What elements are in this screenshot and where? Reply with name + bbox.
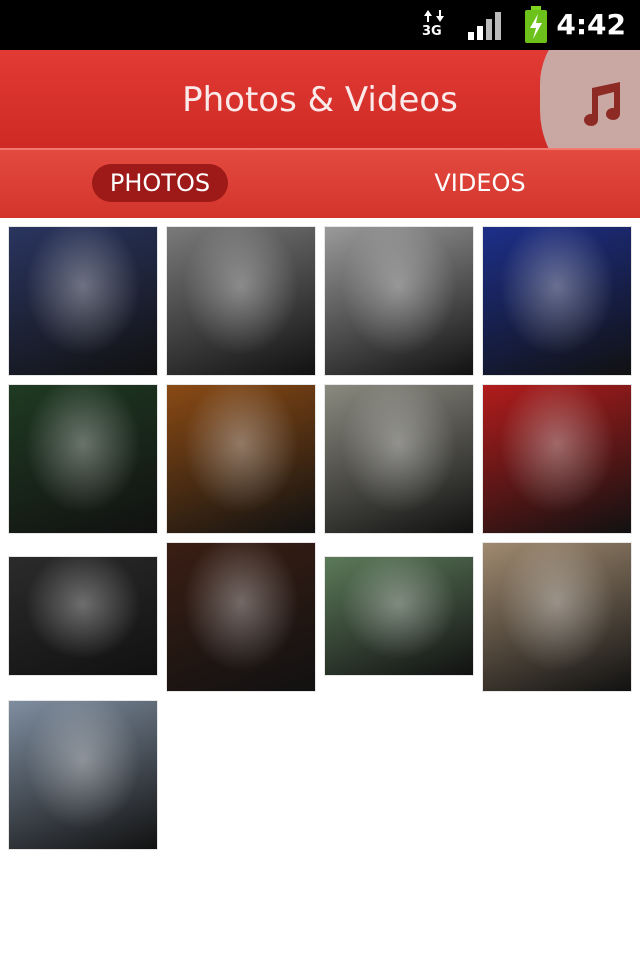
battery-charging-icon (524, 6, 548, 48)
photo-thumbnail[interactable] (8, 226, 158, 376)
network-type-label: 3G (422, 24, 442, 39)
photo-thumbnail[interactable] (8, 556, 158, 676)
photo-thumbnail[interactable] (166, 384, 316, 534)
photo-thumbnail[interactable] (324, 556, 474, 676)
photo-thumbnail[interactable] (8, 384, 158, 534)
music-note-icon (584, 82, 620, 126)
signal-icon (468, 12, 502, 44)
tab-photos[interactable]: PHOTOS (92, 164, 228, 202)
photo-thumbnail[interactable] (324, 384, 474, 534)
photo-thumbnail[interactable] (166, 226, 316, 376)
photo-grid (0, 218, 640, 960)
photo-thumbnail[interactable] (324, 226, 474, 376)
app-header: Photos & Videos (0, 50, 640, 148)
tab-videos[interactable]: VIDEOS (420, 164, 540, 202)
photo-thumbnail[interactable] (166, 542, 316, 692)
photo-thumbnail[interactable] (482, 542, 632, 692)
photo-thumbnail[interactable] (482, 226, 632, 376)
photo-thumbnail[interactable] (8, 700, 158, 850)
tab-bar: PHOTOS VIDEOS (0, 148, 640, 218)
data-arrows-icon: 3G (422, 8, 448, 42)
music-button[interactable] (540, 50, 640, 148)
status-time: 4:42 (556, 8, 626, 41)
status-bar: 3G 4:42 (0, 0, 640, 50)
photo-thumbnail[interactable] (482, 384, 632, 534)
